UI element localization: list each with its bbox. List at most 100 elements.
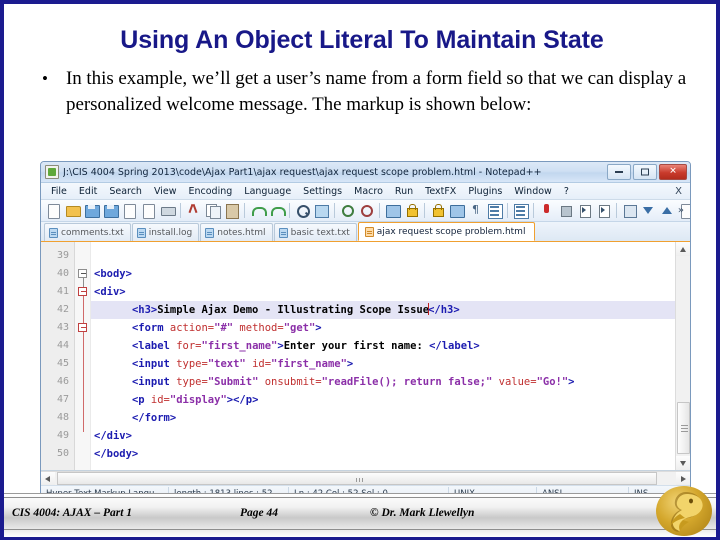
fold-collapse-icon[interactable]: [78, 269, 87, 278]
fold-marker-row[interactable]: [75, 373, 90, 391]
vertical-scrollbar[interactable]: [675, 242, 690, 470]
fold-marker-row[interactable]: [75, 265, 90, 283]
cut-icon[interactable]: [185, 202, 202, 219]
document-tab[interactable]: install.log: [131, 223, 200, 241]
menu-item-search[interactable]: Search: [103, 185, 148, 198]
word-wrap-icon[interactable]: [403, 202, 420, 219]
indent-guide-icon[interactable]: [448, 202, 465, 219]
toolbar-overflow-icon[interactable]: »: [678, 205, 684, 216]
scroll-up-arrow[interactable]: [676, 242, 690, 256]
fold-marker-row[interactable]: [75, 445, 90, 463]
fold-marker-row[interactable]: [75, 247, 90, 265]
open-folder-icon[interactable]: [64, 202, 81, 219]
save-all-icon[interactable]: [102, 202, 119, 219]
paste-icon[interactable]: [223, 202, 240, 219]
scroll-left-arrow[interactable]: [41, 472, 55, 485]
fold-marker-row[interactable]: [75, 283, 90, 301]
document-tab[interactable]: basic text.txt: [273, 223, 357, 241]
bookmark-icon[interactable]: [512, 202, 529, 219]
maximize-button[interactable]: [633, 164, 657, 180]
new-file-icon[interactable]: [45, 202, 62, 219]
menu-item-[interactable]: ?: [558, 185, 575, 198]
play-macro-icon[interactable]: [557, 202, 574, 219]
code-line[interactable]: <input type="text" id="first_name">: [91, 355, 690, 373]
menu-item-edit[interactable]: Edit: [73, 185, 103, 198]
code-line[interactable]: <label for="first_name">Enter your first…: [91, 337, 690, 355]
sync-scroll-icon[interactable]: [384, 202, 401, 219]
collapse-all-icon[interactable]: [621, 202, 638, 219]
code-text-area[interactable]: <body> <div> <h3>Simple Ajax Demo - Illus…: [91, 242, 690, 470]
horizontal-scrollbar[interactable]: [41, 471, 690, 485]
menu-item-macro[interactable]: Macro: [348, 185, 389, 198]
save-macro-icon[interactable]: [595, 202, 612, 219]
line-number: 41: [56, 286, 69, 297]
horizontal-scroll-thumb[interactable]: [57, 472, 657, 485]
zoom-out-icon[interactable]: [358, 202, 375, 219]
user-language-icon[interactable]: [486, 202, 503, 219]
close-file-icon[interactable]: [121, 202, 138, 219]
code-line[interactable]: </div>: [91, 427, 690, 445]
fast-forward-macro-icon[interactable]: [576, 202, 593, 219]
menu-item-language[interactable]: Language: [238, 185, 297, 198]
ucf-pegasus-logo: [656, 486, 712, 536]
scroll-down-arrow[interactable]: [676, 456, 690, 470]
replace-icon[interactable]: [313, 202, 330, 219]
expand-level-icon[interactable]: [640, 202, 657, 219]
invisible-chars-icon[interactable]: [429, 202, 446, 219]
menu-item-run[interactable]: Run: [389, 185, 419, 198]
scroll-right-arrow[interactable]: [676, 472, 690, 485]
fold-marker-row[interactable]: [75, 301, 90, 319]
code-line[interactable]: <form action="#" method="get">: [91, 319, 690, 337]
code-editor[interactable]: 39 40 41 42 43 44 45 46 47 48 49 50 <body> <div> <h3…: [41, 242, 690, 471]
undo-icon[interactable]: [249, 202, 267, 219]
document-tab[interactable]: notes.html: [200, 223, 273, 241]
menu-item-textfx[interactable]: TextFX: [419, 185, 462, 198]
code-line[interactable]: <div>: [91, 283, 690, 301]
fold-marker-row[interactable]: [75, 427, 90, 445]
zoom-in-icon[interactable]: [339, 202, 356, 219]
stop-macro-icon[interactable]: [538, 202, 555, 219]
code-line[interactable]: <body>: [91, 265, 690, 283]
document-tab[interactable]: ajax request scope problem.html: [357, 222, 536, 241]
close-document-icon[interactable]: X: [675, 186, 682, 197]
fold-marker-row[interactable]: [75, 409, 90, 427]
menu-item-file[interactable]: File: [45, 185, 73, 198]
code-line[interactable]: <h3>Simple Ajax Demo - Illustrating Scop…: [91, 301, 690, 319]
print-icon[interactable]: [159, 202, 176, 219]
fold-marker-row[interactable]: [75, 319, 90, 337]
fold-marker-row[interactable]: [75, 337, 90, 355]
vertical-scroll-thumb[interactable]: [677, 402, 690, 454]
redo-icon[interactable]: [268, 202, 286, 219]
document-tab[interactable]: comments.txt: [44, 223, 131, 241]
close-all-icon[interactable]: [140, 202, 157, 219]
window-controls[interactable]: ✕: [607, 164, 687, 180]
menu-item-settings[interactable]: Settings: [297, 185, 348, 198]
fold-marker-row[interactable]: [75, 355, 90, 373]
fold-collapse-icon[interactable]: [78, 323, 87, 332]
horizontal-scroll-track[interactable]: [55, 472, 676, 485]
minimize-button[interactable]: [607, 164, 631, 180]
fold-marker-row[interactable]: [75, 391, 90, 409]
menu-bar[interactable]: File Edit Search View Encoding Language Settin…: [41, 183, 690, 200]
code-line[interactable]: </body>: [91, 445, 690, 463]
close-button[interactable]: ✕: [659, 164, 687, 180]
code-line[interactable]: <p id="display"></p>: [91, 391, 690, 409]
code-line[interactable]: </form>: [91, 409, 690, 427]
save-icon[interactable]: [83, 202, 100, 219]
find-icon[interactable]: [294, 202, 311, 219]
code-line[interactable]: <input type="Submit" onsubmit="readFile(…: [91, 373, 690, 391]
toolbar[interactable]: »: [41, 200, 690, 222]
menu-item-encoding[interactable]: Encoding: [183, 185, 239, 198]
document-tab-bar[interactable]: comments.txt install.log notes.html basic t…: [41, 222, 690, 242]
menu-item-view[interactable]: View: [148, 185, 183, 198]
show-all-chars-icon[interactable]: [467, 202, 484, 219]
window-title-bar[interactable]: J:\CIS 4004 Spring 2013\code\Ajax Part1\…: [41, 162, 690, 183]
notepad-plus-plus-window[interactable]: J:\CIS 4004 Spring 2013\code\Ajax Part1\…: [40, 161, 691, 495]
menu-item-window[interactable]: Window: [508, 185, 557, 198]
collapse-level-icon[interactable]: [659, 202, 676, 219]
code-line[interactable]: [91, 247, 690, 265]
menu-item-plugins[interactable]: Plugins: [462, 185, 508, 198]
fold-collapse-icon[interactable]: [78, 287, 87, 296]
code-folding-column[interactable]: [75, 242, 91, 470]
copy-icon[interactable]: [204, 202, 221, 219]
